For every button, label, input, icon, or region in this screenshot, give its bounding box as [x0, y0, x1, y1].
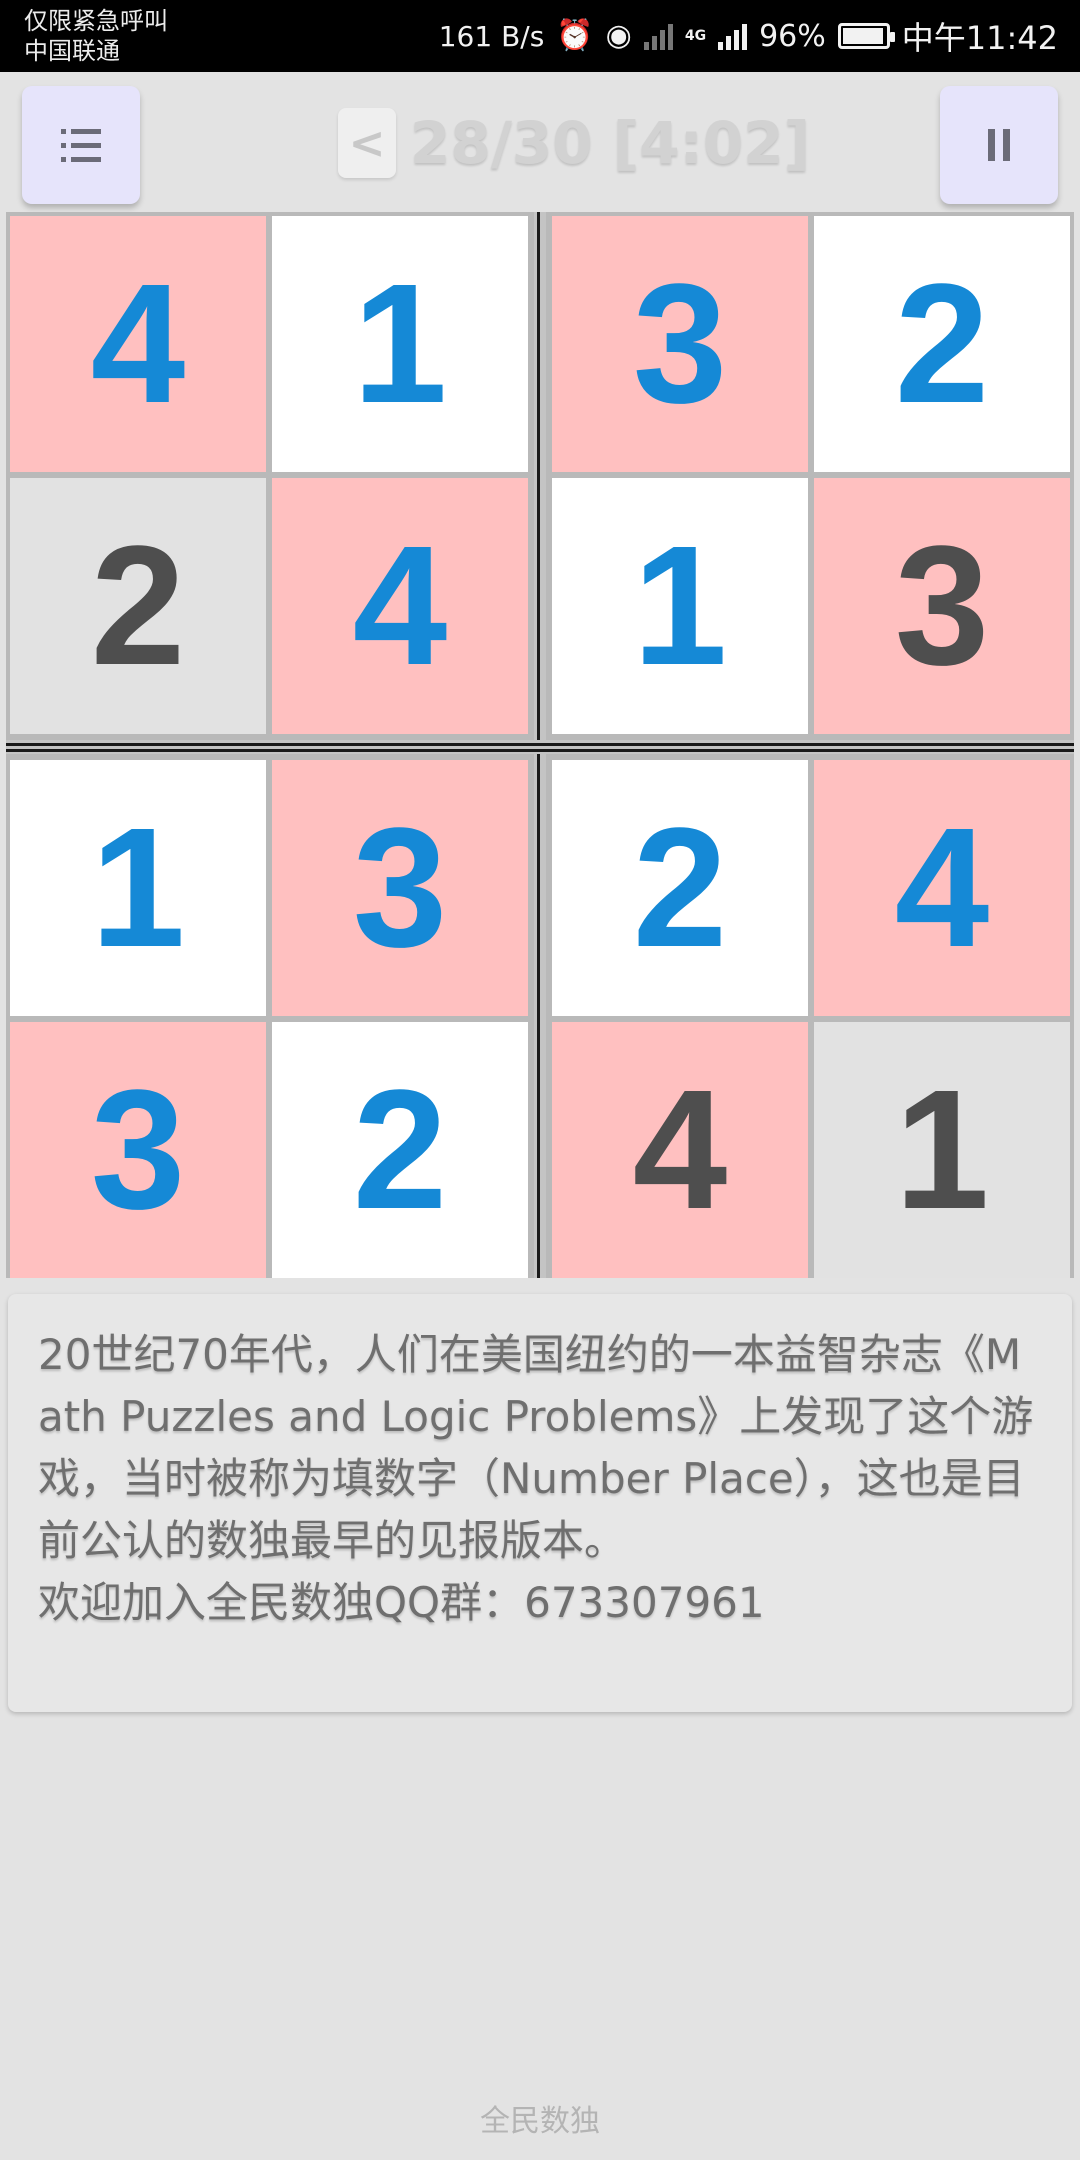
app-name-footer: 全民数独: [480, 2104, 600, 2139]
level-progress: < 28/30 [4:02]: [338, 102, 810, 184]
sudoku-cell[interactable]: 2: [272, 1022, 528, 1278]
menu-icon: [61, 128, 101, 162]
alarm-icon: ⏰: [556, 18, 594, 53]
sudoku-cell[interactable]: 1: [272, 216, 528, 472]
sim2-signal-icon: [718, 22, 748, 50]
pause-icon: [988, 129, 1010, 161]
info-card: 20世纪70年代，人们在美国纽约的一本益智杂志《Math Puzzles and…: [8, 1294, 1072, 1712]
sudoku-cell[interactable]: 3: [272, 760, 528, 1016]
emergency-only-text: 仅限紧急呼叫: [24, 7, 168, 35]
sudoku-cell[interactable]: 2: [10, 478, 266, 734]
sudoku-cell[interactable]: 4: [814, 760, 1070, 1016]
sudoku-history-text: 20世纪70年代，人们在美国纽约的一本益智杂志《Math Puzzles and…: [38, 1330, 1034, 1565]
sudoku-cell[interactable]: 4: [10, 216, 266, 472]
sudoku-cell[interactable]: 1: [814, 1022, 1070, 1278]
carrier-name: 中国联通: [24, 37, 120, 65]
clock: 中午11:42: [901, 19, 1058, 57]
network-speed: 161 B/s: [438, 19, 545, 53]
status-bar: 仅限紧急呼叫 中国联通 161 B/s ⏰ ◉ 4G 96% 中午11:42: [0, 0, 1080, 72]
carrier-info: 仅限紧急呼叫 中国联通: [24, 6, 168, 66]
sudoku-cell[interactable]: 2: [814, 216, 1070, 472]
sudoku-cell[interactable]: 1: [10, 760, 266, 1016]
battery-fill: [842, 28, 884, 44]
qq-group-text: 欢迎加入全民数独QQ群：673307961: [38, 1578, 765, 1627]
level-progress-label: 28/30 [4:02]: [410, 109, 811, 177]
menu-button[interactable]: [22, 86, 140, 204]
status-icons: 161 B/s ⏰ ◉ 4G 96% 中午11:42: [439, 0, 1058, 72]
sudoku-cell[interactable]: 4: [272, 478, 528, 734]
sudoku-board: 1423423131422314: [6, 212, 1074, 1278]
box-divider-horizontal: [6, 740, 1074, 754]
battery-percent: 96%: [759, 18, 826, 54]
battery-icon: [837, 23, 895, 49]
sudoku-cell[interactable]: 2: [552, 760, 808, 1016]
sudoku-cell[interactable]: 1: [552, 478, 808, 734]
network-type: 4G: [684, 28, 707, 44]
game-toolbar: < 28/30 [4:02]: [0, 72, 1080, 212]
pause-button[interactable]: [940, 86, 1058, 204]
sudoku-cell[interactable]: 4: [552, 1022, 808, 1278]
sudoku-cell[interactable]: 3: [552, 216, 808, 472]
sim1-signal-icon: [643, 22, 673, 50]
previous-level-button[interactable]: <: [338, 108, 396, 178]
sudoku-cell[interactable]: 3: [10, 1022, 266, 1278]
sudoku-cell[interactable]: 3: [814, 478, 1070, 734]
eye-comfort-icon: ◉: [605, 18, 632, 53]
